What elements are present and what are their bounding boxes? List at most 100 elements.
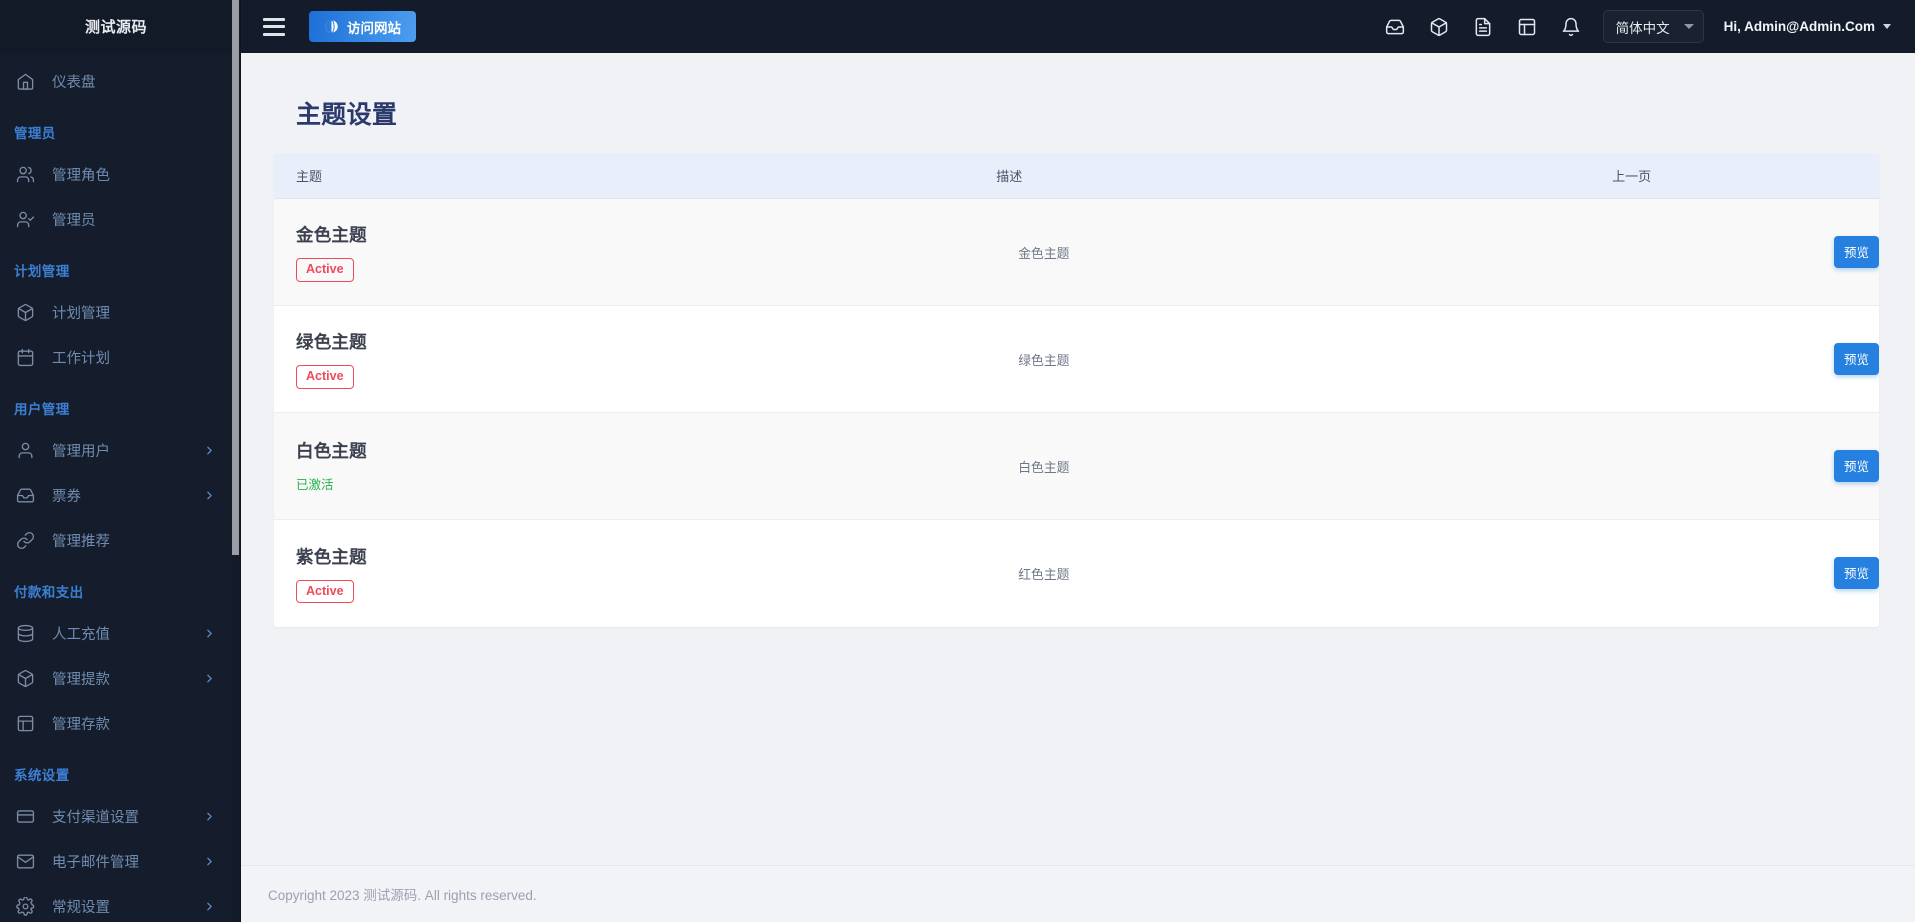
chevron-right-icon	[203, 627, 216, 640]
sidebar-item-label: 管理用户	[52, 444, 110, 460]
sidebar-scrollbar-track[interactable]	[231, 0, 240, 922]
sidebar-item-工作计划[interactable]: 工作计划	[0, 335, 232, 380]
inbox-icon	[14, 485, 36, 507]
home-icon	[14, 71, 36, 93]
sidebar-group-title: 系统设置	[14, 768, 70, 783]
preview-button[interactable]: 预览	[1833, 450, 1879, 482]
sidebar-group-title: 付款和支出	[14, 585, 84, 600]
box-icon	[14, 302, 36, 324]
chevron-right-icon	[203, 444, 216, 457]
chevron-right-icon	[203, 810, 216, 823]
visit-site-button[interactable]: 访问网站	[309, 11, 416, 42]
sidebar-item-票券[interactable]: 票券	[0, 473, 232, 518]
sidebar-group-title: 管理员	[14, 126, 56, 141]
sidebar-item-label: 管理推荐	[52, 534, 110, 550]
visit-site-label: 访问网站	[347, 20, 401, 36]
sidebar-item-计划管理[interactable]: 计划管理	[0, 290, 232, 335]
cell-description: 金色主题	[1018, 245, 1070, 261]
mail-icon	[14, 851, 36, 873]
sidebar-item-仪表盘[interactable]: 仪表盘	[0, 59, 232, 104]
sidebar-item-管理角色[interactable]: 管理角色	[0, 152, 232, 197]
sidebar-item-label: 管理存款	[52, 717, 110, 733]
theme-name: 绿色主题	[296, 332, 367, 353]
theme-table-card: 主题 描述 上一页 金色主题 Active 金色主题 预览 绿色主题 Active 绿色主题…	[274, 153, 1879, 627]
sidebar-item-label: 人工充值	[52, 627, 110, 643]
sidebar-item-label: 计划管理	[52, 306, 110, 322]
footer: Copyright 2023 测试源码. All rights reserved…	[241, 865, 1915, 922]
preview-button[interactable]: 预览	[1833, 557, 1879, 590]
language-selector[interactable]: 简体中文	[1602, 10, 1704, 43]
topbar-right: 简体中文 Hi, Admin@Admin.Com	[1373, 5, 1891, 49]
calendar-icon	[14, 347, 36, 369]
sidebar-item-常规设置[interactable]: 常规设置	[0, 884, 232, 922]
column-header-description: 描述	[996, 153, 1591, 199]
database-icon	[14, 623, 36, 645]
sidebar-item-电子邮件管理[interactable]: 电子邮件管理	[0, 839, 232, 884]
table-body: 金色主题 Active 金色主题 预览 绿色主题 Active 绿色主题 预览 白色主题 已激活白…	[274, 198, 1879, 627]
chevron-right-icon	[203, 855, 216, 868]
cell-theme: 白色主题 已激活	[274, 413, 996, 520]
page-title: 主题设置	[296, 101, 398, 129]
preview-button[interactable]: 预览	[1833, 343, 1879, 375]
users-icon	[14, 164, 36, 186]
gear-icon	[14, 896, 36, 918]
cell-action: 预览	[1590, 199, 1879, 306]
theme-name: 白色主题	[296, 441, 367, 461]
theme-name: 金色主题	[296, 225, 367, 246]
sidebar-item-管理用户[interactable]: 管理用户	[0, 428, 232, 473]
chevron-right-icon	[203, 900, 216, 913]
user-icon	[14, 440, 36, 462]
cell-theme: 金色主题 Active	[274, 199, 996, 306]
sidebar-item-label: 管理角色	[52, 168, 110, 184]
table-header-row: 主题 描述 上一页	[274, 153, 1879, 199]
user-menu[interactable]: Hi, Admin@Admin.Com	[1724, 19, 1891, 34]
cell-action: 预览	[1590, 413, 1879, 520]
sidebar-item-管理推荐[interactable]: 管理推荐	[0, 518, 232, 563]
sidebar-brand: 测试源码	[0, 0, 232, 53]
sidebar-group-title: 用户管理	[14, 402, 70, 417]
cell-action: 预览	[1590, 520, 1879, 627]
sidebar-nav: 仪表盘 管理员 管理角色 管理员 计划管理 计划管理 工作计划 用户管理 管理用户 票券 管理推荐付…	[0, 53, 232, 922]
theme-table: 主题 描述 上一页 金色主题 Active 金色主题 预览 绿色主题 Active 绿色主题…	[274, 153, 1879, 627]
sidebar-item-label: 常规设置	[52, 900, 110, 916]
sidebar-item-label: 管理提款	[52, 672, 110, 688]
column-header-action: 上一页	[1590, 153, 1879, 199]
sidebar-item-支付渠道设置[interactable]: 支付渠道设置	[0, 794, 232, 839]
sidebar-item-label: 工作计划	[52, 351, 110, 367]
sidebar-item-管理提款[interactable]: 管理提款	[0, 656, 232, 701]
layout-icon	[14, 713, 36, 735]
table-head: 主题 描述 上一页	[274, 153, 1879, 199]
page-content: 主题设置 主题 描述 上一页 金色主题 Active 金色主题 预览 绿色主题 Activ…	[241, 53, 1915, 865]
user-greeting: Hi, Admin@Admin.Com	[1723, 19, 1875, 34]
credit-card-icon	[14, 806, 36, 828]
table-row: 金色主题 Active 金色主题 预览	[274, 198, 1879, 306]
link-icon	[14, 530, 36, 552]
sidebar-group-title: 计划管理	[14, 264, 70, 279]
copyright-text: Copyright 2023 测试源码. All rights reserved…	[268, 888, 537, 903]
file-text-icon[interactable]	[1461, 5, 1505, 49]
bell-icon[interactable]	[1549, 5, 1593, 49]
inbox-icon[interactable]	[1373, 5, 1417, 49]
preview-button[interactable]: 预览	[1833, 236, 1879, 268]
theme-name: 紫色主题	[296, 546, 367, 567]
table-row: 紫色主题 Active 红色主题 预览	[274, 519, 1879, 627]
cell-theme: 紫色主题 Active	[274, 520, 996, 627]
sidebar-scrollbar-thumb[interactable]	[232, 0, 239, 555]
sidebar-item-label: 电子邮件管理	[52, 855, 139, 871]
topbar: 访问网站 简体中文 Hi, Admin@Admin.Com	[241, 0, 1915, 53]
language-selected-label: 简体中文	[1615, 20, 1670, 36]
sidebar-item-人工充值[interactable]: 人工充值	[0, 611, 232, 656]
sidebar-item-管理员[interactable]: 管理员	[0, 197, 232, 242]
sidebar-item-label: 仪表盘	[52, 75, 96, 91]
table-icon[interactable]	[1505, 5, 1549, 49]
chevron-right-icon	[203, 489, 216, 502]
cell-action: 预览	[1590, 306, 1879, 413]
column-header-theme: 主题	[274, 153, 997, 199]
sidebar: 测试源码 仪表盘 管理员 管理角色 管理员 计划管理 计划管理 工作计划 用户管理 管理用户 票券…	[0, 0, 241, 922]
hamburger-icon[interactable]	[263, 17, 285, 36]
cell-description: 白色主题	[1018, 459, 1070, 475]
main-area: 访问网站 简体中文 Hi, Admin@Admin.Com 主题设置 主题 描述…	[241, 0, 1915, 922]
status-text: 已激活	[296, 478, 334, 492]
sidebar-item-管理存款[interactable]: 管理存款	[0, 701, 232, 746]
package-icon[interactable]	[1417, 5, 1461, 49]
